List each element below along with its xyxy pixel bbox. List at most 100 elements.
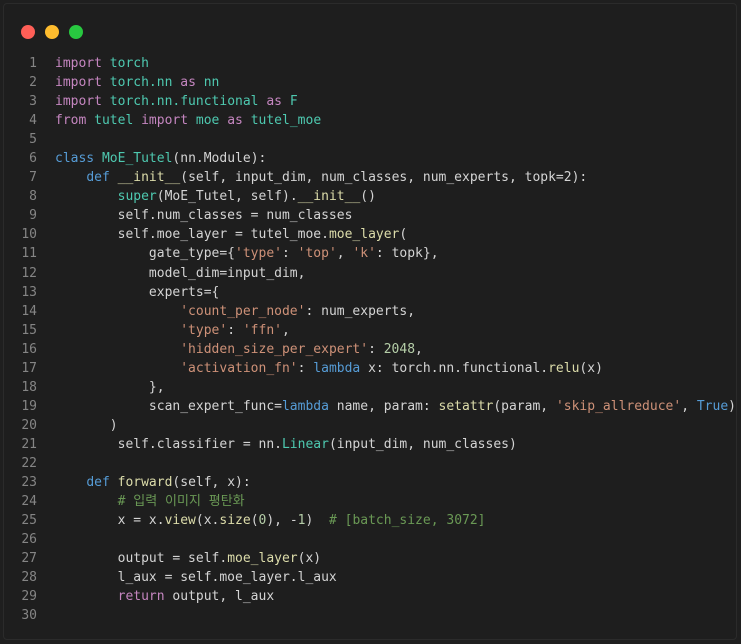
code-line: 10 self.moe_layer = tutel_moe.moe_layer( <box>4 225 736 244</box>
code-token: experts={ <box>55 284 220 300</box>
code-token: () <box>360 189 376 205</box>
code-token: ) <box>305 513 329 529</box>
code-text: self.num_classes = num_classes <box>55 206 353 225</box>
code-line: 3 import torch.nn.functional as F <box>4 92 736 111</box>
code-token: , <box>336 246 353 262</box>
line-number: 11 <box>21 246 37 262</box>
line-number: 3 <box>29 94 37 110</box>
code-token: output = self. <box>55 551 228 567</box>
code-token: : topk}, <box>375 246 439 262</box>
code-token: Linear <box>281 436 329 452</box>
code-token: : <box>281 246 298 262</box>
code-text: gate_type={'type': 'top', 'k': topk}, <box>55 244 439 263</box>
line-number: 28 <box>21 570 37 586</box>
code-token: , <box>415 341 423 357</box>
code-token: import <box>55 94 102 110</box>
code-token: torch <box>101 56 149 71</box>
code-token: }, <box>55 379 165 395</box>
code-text: self.classifier = nn.Linear(input_dim, n… <box>55 435 517 454</box>
code-text: 'count_per_node': num_experts, <box>55 302 415 321</box>
code-token: 'top' <box>297 246 337 262</box>
code-line: 19 scan_expert_func=lambda name, param: … <box>4 397 736 416</box>
code-line: 1 import torch <box>4 54 736 73</box>
code-token: torch.nn.functional <box>101 94 267 110</box>
code-token: True <box>696 398 729 414</box>
code-line: 29 return output, l_aux <box>4 587 736 606</box>
code-line: 12 model_dim=input_dim, <box>4 264 736 283</box>
code-token: class <box>55 151 95 167</box>
line-number: 24 <box>21 494 37 510</box>
minimize-button[interactable] <box>45 25 59 39</box>
code-line: 16 'hidden_size_per_expert': 2048, <box>4 340 736 359</box>
code-line: 30 <box>4 606 736 625</box>
code-text: import torch.nn.functional as F <box>55 92 298 111</box>
code-text: 'activation_fn': lambda x: torch.nn.func… <box>55 359 603 378</box>
code-token: def <box>86 170 110 186</box>
code-token: : num_experts, <box>305 303 416 319</box>
code-line: 22 <box>4 454 736 473</box>
code-line: 17 'activation_fn': lambda x: torch.nn.f… <box>4 359 736 378</box>
code-token: nn <box>195 75 220 91</box>
code-token: (x. <box>195 513 220 529</box>
line-number: 4 <box>29 113 37 129</box>
code-token: 'hidden_size_per_expert' <box>180 341 369 357</box>
code-token: setattr <box>438 398 494 414</box>
code-token: as <box>180 75 196 91</box>
code-text: # 입력 이미지 평탄화 <box>55 492 245 511</box>
maximize-button[interactable] <box>69 25 83 39</box>
code-line: 21 self.classifier = nn.Linear(input_dim… <box>4 435 736 454</box>
code-line: 8 super(MoE_Tutel, self).__init__() <box>4 187 736 206</box>
line-number: 15 <box>21 322 37 338</box>
code-token: output, l_aux <box>164 589 275 605</box>
line-number: 1 <box>29 56 37 71</box>
code-token: def <box>86 475 110 491</box>
code-token: lambda <box>313 360 361 376</box>
code-token: 'ffn' <box>242 322 282 338</box>
line-number: 21 <box>21 436 37 452</box>
code-line: 27 output = self.moe_layer(x) <box>4 549 736 568</box>
line-number: 13 <box>21 284 37 300</box>
code-text: from tutel import moe as tutel_moe <box>55 111 321 130</box>
code-line: 14 'count_per_node': num_experts, <box>4 302 736 321</box>
code-token: x = x. <box>55 513 165 529</box>
code-token: (x) <box>579 360 603 376</box>
line-number: 26 <box>21 532 37 548</box>
code-token: moe <box>188 113 228 129</box>
code-text: def __init__(self, input_dim, num_classe… <box>55 168 587 187</box>
code-token: import <box>55 56 102 71</box>
code-line: 6 class MoE_Tutel(nn.Module): <box>4 149 736 168</box>
code-token: return <box>117 589 165 605</box>
code-text: class MoE_Tutel(nn.Module): <box>55 149 266 168</box>
code-line: 9 self.num_classes = num_classes <box>4 206 736 225</box>
close-button[interactable] <box>21 25 35 39</box>
code-token: moe_layer <box>227 551 298 567</box>
code-text: scan_expert_func=lambda name, param: set… <box>55 397 736 416</box>
line-number: 14 <box>21 303 37 319</box>
code-token: import <box>55 75 102 91</box>
code-token: as <box>227 113 243 129</box>
code-token: l_aux = self.moe_layer.l_aux <box>55 570 337 586</box>
code-token: ( <box>250 513 259 529</box>
code-window: 1 import torch 2 import torch.nn as nn 3 impo… <box>3 3 737 640</box>
code-text: import torch <box>55 54 149 73</box>
line-number: 25 <box>21 513 37 529</box>
line-number: 18 <box>21 379 37 395</box>
code-token: view <box>164 513 196 529</box>
code-token: (nn.Module): <box>172 151 267 167</box>
line-number: 16 <box>21 341 37 357</box>
code-line: 15 'type': 'ffn', <box>4 321 736 340</box>
line-number: 12 <box>21 265 37 281</box>
code-token: lambda <box>281 398 329 414</box>
code-token: relu <box>548 360 580 376</box>
code-token: 'type' <box>235 246 282 262</box>
code-line: 28 l_aux = self.moe_layer.l_aux <box>4 568 736 587</box>
code-token: tutel <box>86 113 142 129</box>
code-token: # [batch_size, 3072] <box>328 513 486 529</box>
line-number: 20 <box>21 417 37 433</box>
code-token: (self, input_dim, num_classes, num_exper… <box>180 170 588 186</box>
